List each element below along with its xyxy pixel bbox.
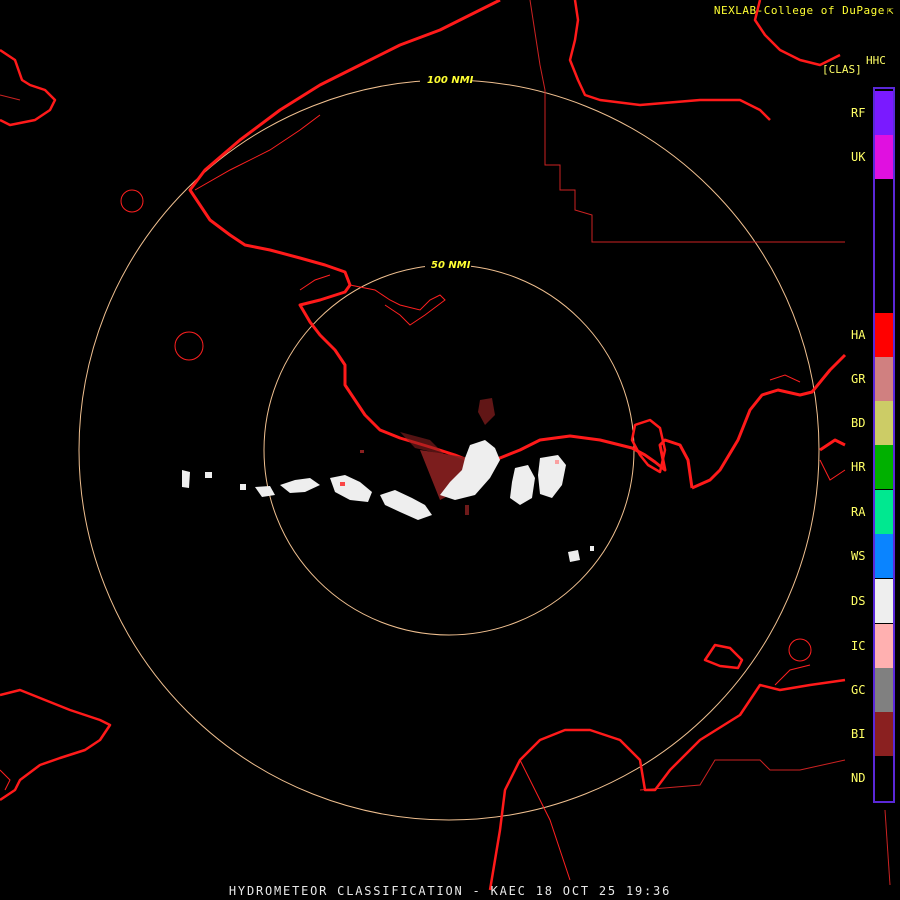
coast-east-edge bbox=[819, 438, 846, 452]
credit-text: NEXLAB-College of DuPage ⇱ bbox=[714, 4, 894, 17]
product-title-footer: HYDROMETEOR CLASSIFICATION - KAEC 18 OCT… bbox=[228, 884, 672, 898]
legend-label-bi: BI bbox=[851, 727, 866, 741]
color-legend bbox=[873, 87, 895, 803]
legend-swatch-gr bbox=[875, 357, 893, 401]
legend-swatch-ds bbox=[875, 579, 893, 623]
coast-northeast bbox=[568, 0, 771, 121]
radar-map: 100 NMI 50 NMI bbox=[0, 0, 891, 891]
legend-label-ic: IC bbox=[851, 639, 866, 653]
ring-label-100: 100 NMI bbox=[427, 75, 474, 86]
state-borders bbox=[0, 0, 891, 886]
link-icon[interactable]: ⇱ bbox=[887, 4, 894, 17]
legend-swatch-hr bbox=[875, 445, 893, 489]
legend-label-uk: UK bbox=[851, 150, 866, 164]
echo-ds-east-1 bbox=[510, 465, 535, 505]
echo-ds-west-2 bbox=[380, 490, 432, 520]
legend-swatch-bd bbox=[875, 401, 893, 445]
product-units: [CLAS] bbox=[822, 63, 862, 76]
coast-southwest bbox=[0, 688, 112, 802]
legend-swatch-ic bbox=[875, 624, 893, 668]
legend-swatch-bi bbox=[875, 712, 893, 756]
island-northwest bbox=[0, 48, 57, 127]
legend-label-rf: RF bbox=[851, 106, 866, 120]
range-ring-50 bbox=[263, 264, 635, 636]
coast-details bbox=[0, 114, 846, 881]
main-coastline-east bbox=[691, 353, 847, 490]
legend-swatch-gc bbox=[875, 668, 893, 712]
legend-label-nd: ND bbox=[851, 771, 866, 785]
legend-label-bd: BD bbox=[851, 416, 866, 430]
echo-ds-east-2 bbox=[538, 455, 566, 498]
legend-swatch-rf bbox=[875, 91, 893, 135]
credit-label: NEXLAB-College of DuPage bbox=[713, 4, 885, 17]
legend-swatch-ra bbox=[875, 490, 893, 534]
coast-south-peninsula bbox=[488, 678, 846, 891]
legend-label-hr: HR bbox=[851, 460, 866, 474]
echo-ds-west-1 bbox=[330, 475, 372, 502]
island-southeast bbox=[703, 643, 744, 670]
legend-label-gc: GC bbox=[851, 683, 866, 697]
legend-label-ds: DS bbox=[851, 594, 866, 608]
legend-swatch-nd bbox=[875, 756, 893, 800]
radar-echoes bbox=[182, 398, 594, 562]
legend-swatch-ha bbox=[875, 313, 893, 357]
legend-label-ws: WS bbox=[851, 549, 866, 563]
legend-swatch-uk bbox=[875, 135, 893, 179]
legend-label-ra: RA bbox=[851, 505, 866, 519]
legend-label-gr: GR bbox=[851, 372, 866, 386]
legend-swatch-ws bbox=[875, 534, 893, 578]
product-code: HHC bbox=[866, 54, 886, 67]
ring-label-50: 50 NMI bbox=[431, 260, 471, 271]
echo-ds-west-3 bbox=[280, 478, 320, 493]
legend-label-ha: HA bbox=[851, 328, 866, 342]
